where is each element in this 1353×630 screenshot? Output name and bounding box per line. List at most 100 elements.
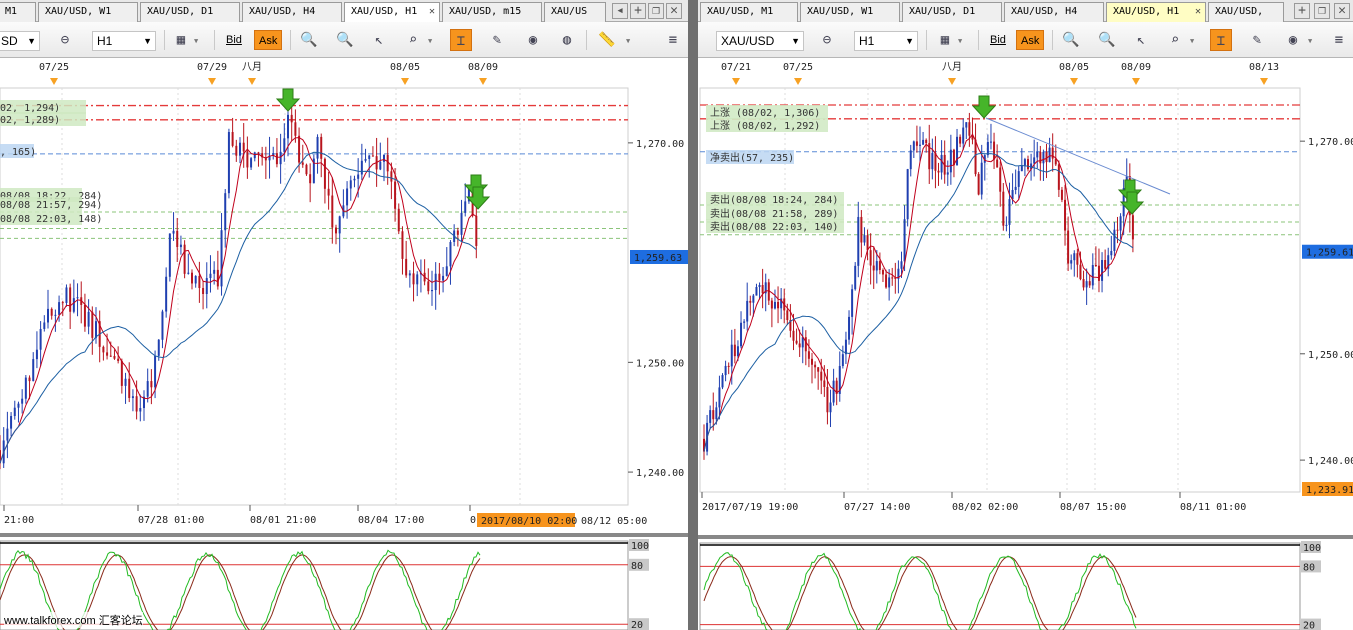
candle-body: [460, 212, 463, 235]
candle-body: [165, 276, 168, 312]
candle-body: [919, 144, 921, 146]
candle-body: [1070, 260, 1073, 264]
candle-body: [1048, 147, 1051, 163]
candle-body: [21, 398, 24, 404]
candle-body: [848, 316, 851, 340]
candle-body: [869, 250, 872, 266]
left-price-chart[interactable]: 07/25 07/29 八月 08/05 08/09 1,270.00 1,250.00 1,…: [0, 0, 688, 630]
candle-body: [1027, 159, 1029, 170]
candle-body: [752, 295, 755, 303]
candle-body: [434, 273, 437, 291]
time-axis-label: 07/28 01:00: [138, 515, 204, 526]
candle-body: [1036, 151, 1039, 158]
pane-splitter[interactable]: [688, 0, 698, 630]
candle-body: [989, 141, 992, 143]
candle-body: [161, 311, 164, 340]
candle-body: [146, 381, 149, 397]
candle-body: [777, 301, 780, 309]
candle-body: [157, 339, 160, 356]
candle-body: [1042, 151, 1045, 164]
order-label: 08/08 21:57, 294): [0, 200, 102, 211]
time-axis-label: 08/12 05:00: [581, 516, 647, 527]
price-axis-label: 1,270.00: [636, 139, 684, 150]
order-label: 卖出(08/08 21:58, 289): [710, 207, 838, 220]
candle-body: [28, 377, 31, 382]
low-price-label: 1,233.91: [1306, 485, 1353, 496]
candle-body: [323, 158, 326, 189]
candle-body: [431, 290, 433, 292]
candle-body: [758, 285, 761, 288]
current-price-label: 1,259.63: [634, 253, 682, 264]
pane-separator: [698, 535, 1353, 539]
candle-body: [872, 265, 875, 271]
candle-body: [412, 273, 415, 285]
time-axis-label: 2017/07/19 19:00: [702, 502, 798, 513]
candle-body: [357, 174, 360, 179]
candle-body: [1131, 215, 1134, 240]
oscillator-axis-label: 100: [631, 541, 649, 552]
candle-body: [733, 344, 736, 357]
candle-body: [885, 274, 888, 288]
candle-body: [135, 396, 138, 412]
time-axis-label: 08/01 21:00: [250, 515, 316, 526]
candle-body: [1067, 230, 1070, 264]
price-axis-label: 1,250.00: [636, 358, 684, 369]
candle-body: [909, 150, 912, 170]
order-label: 卖出(08/08 22:03, 140): [710, 220, 838, 233]
candle-body: [814, 364, 817, 368]
candle-body: [290, 114, 293, 123]
candle-body: [1060, 189, 1063, 200]
candle-body: [202, 288, 205, 295]
candle-body: [65, 287, 68, 303]
candle-body: [198, 275, 201, 289]
candle-body: [360, 160, 363, 175]
candle-body: [150, 381, 153, 388]
candle-body: [866, 235, 869, 251]
candle-body: [205, 278, 208, 295]
candle-body: [811, 358, 813, 365]
candle-body: [305, 164, 308, 175]
candle-body: [1045, 151, 1048, 163]
left-chart-window[interactable]: M1 XAU/USD, W1 XAU/USD, D1 XAU/USD, H4 X…: [0, 0, 688, 630]
candle-body: [974, 139, 977, 175]
candle-body: [338, 216, 341, 234]
oscillator-axis-label: 80: [1303, 562, 1315, 573]
candle-body: [1014, 186, 1017, 191]
candle-body: [408, 273, 411, 276]
oscillator-axis-label: 20: [1303, 621, 1315, 630]
candle-body: [72, 298, 75, 312]
time-axis-label: 21:00: [4, 515, 34, 526]
oscillator-axis-label: 80: [631, 561, 643, 572]
candle-body: [386, 154, 389, 172]
right-price-chart[interactable]: 07/21 07/25 八月 08/05 08/09 08/13 1,270.00 1,250…: [698, 0, 1353, 630]
candle-body: [817, 367, 820, 372]
candle-body: [823, 380, 826, 387]
candle-body: [54, 314, 57, 316]
candle-body: [946, 172, 949, 175]
candle-body: [851, 289, 854, 317]
candle-body: [76, 297, 79, 299]
candle-body: [131, 396, 134, 399]
candle-body: [804, 337, 807, 352]
candle-body: [773, 301, 776, 309]
candle-body: [863, 235, 866, 243]
candle-body: [335, 227, 337, 234]
candle-body: [246, 151, 249, 168]
candle-body: [903, 219, 906, 262]
top-date-label: 07/29: [197, 62, 227, 73]
candle-body: [449, 242, 452, 267]
candle-body: [977, 174, 980, 195]
candle-body: [13, 407, 16, 417]
candle-body: [1088, 281, 1091, 286]
candle-body: [242, 142, 245, 152]
candle-body: [117, 358, 120, 361]
time-axis-label: 07/27 14:00: [844, 502, 910, 513]
candle-body: [878, 261, 881, 270]
candle-body: [829, 402, 832, 413]
right-chart-window[interactable]: XAU/USD, M1 XAU/USD, W1 XAU/USD, D1 XAU/…: [698, 0, 1353, 630]
candle-body: [394, 181, 397, 209]
candle-body: [1116, 229, 1119, 231]
candle-body: [986, 141, 989, 156]
candle-body: [139, 408, 142, 412]
candle-body: [316, 136, 319, 159]
